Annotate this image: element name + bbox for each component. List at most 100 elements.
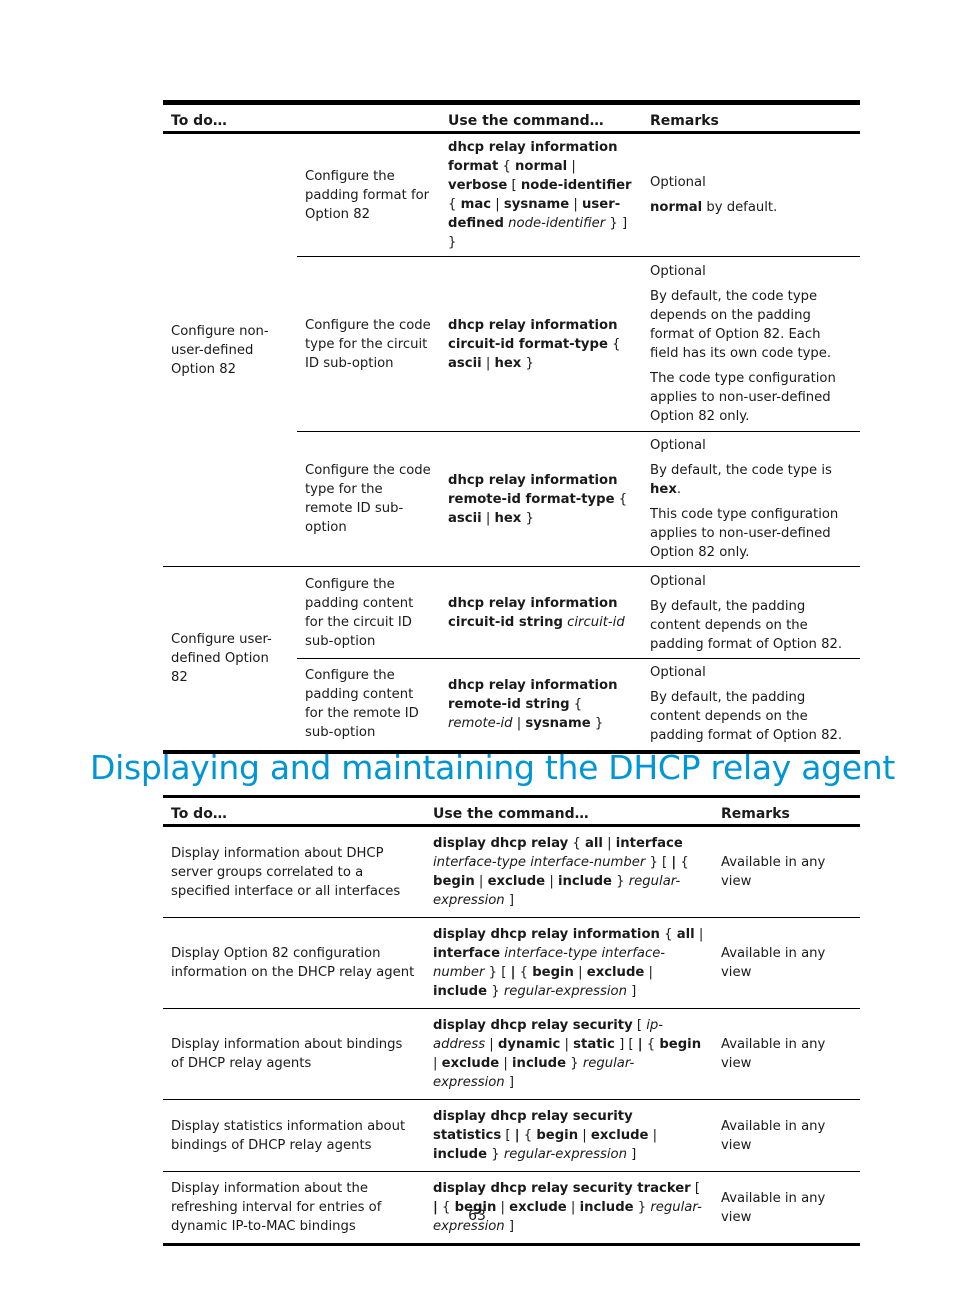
task-cell: Display Option 82 configuration informat… <box>171 946 415 980</box>
syntax-text: | <box>602 836 616 851</box>
syntax-text: { <box>448 197 461 212</box>
remark-paragraph: normal by default. <box>650 198 852 217</box>
table-row: Configure non-user-defined Option 82 Con… <box>163 132 861 567</box>
argument: regular-expression <box>503 1147 627 1162</box>
keyword: hex <box>650 482 677 497</box>
syntax-text: { <box>642 1037 660 1052</box>
command-cell: display dhcp relay { all | interface int… <box>425 826 713 918</box>
table-row: Display information about DHCP server gr… <box>163 826 860 918</box>
command-cell: display dhcp relay security statistics [… <box>425 1100 713 1172</box>
syntax-text: | <box>560 1037 574 1052</box>
syntax-text: | <box>433 1056 442 1071</box>
syntax-text: | <box>491 197 504 212</box>
header-command: Use the command… <box>448 113 604 129</box>
table-row: Display statistics information about bin… <box>163 1100 860 1172</box>
keyword: exclude <box>586 965 645 980</box>
keyword: display dhcp relay <box>433 836 569 851</box>
command-cell: display dhcp relay security [ ip-address… <box>425 1009 713 1100</box>
keyword: verbose <box>448 178 508 193</box>
keyword: display dhcp relay information <box>433 927 660 942</box>
command-cell: display dhcp relay information { all | i… <box>425 918 713 1009</box>
remark-paragraph: Optional <box>650 262 852 281</box>
keyword: hex <box>494 510 522 526</box>
remark-paragraph: By default, the code type depends on the… <box>650 287 852 363</box>
syntax-text: Optional <box>650 175 706 190</box>
section-heading: Displaying and maintaining the DHCP rela… <box>90 748 896 787</box>
table-header-row: To do… Use the command… Remarks <box>163 797 860 826</box>
syntax-text: By default, the padding content depends … <box>650 598 843 652</box>
keyword: dhcp relay information remote-id string <box>448 677 618 712</box>
group-label: Configure user-defined Option 82 <box>163 566 297 754</box>
remark-paragraph: By default, the code type is hex. <box>650 461 852 499</box>
syntax-text: [ <box>690 1181 701 1196</box>
syntax-text: | <box>481 510 495 526</box>
syntax-text: By default, the padding content depends … <box>650 690 843 744</box>
syntax-text: { <box>659 927 677 942</box>
remark-paragraph: By default, the padding content depends … <box>650 597 852 654</box>
command-cell: dhcp relay information remote-id string … <box>440 658 643 754</box>
keyword: begin <box>433 874 475 889</box>
syntax-text: } [ <box>645 855 672 870</box>
syntax-text: } <box>590 715 604 731</box>
table-row: Display information about bindings of DH… <box>163 1009 860 1100</box>
keyword: interface <box>615 836 683 851</box>
keyword: dhcp relay information remote-id format-… <box>448 472 618 507</box>
argument: remote-id <box>448 715 513 731</box>
syntax-text: | <box>512 715 526 731</box>
syntax-text: . <box>676 482 682 497</box>
command-cell: dhcp relay information format { normal |… <box>440 132 643 257</box>
page-number: 63 <box>468 1208 486 1224</box>
group-label: Configure non-user-defined Option 82 <box>163 132 297 567</box>
header-command: Use the command… <box>433 806 589 822</box>
remark-paragraph: Optional <box>650 572 852 591</box>
task-cell: Display information about bindings of DH… <box>171 1037 403 1071</box>
syntax-text: | <box>569 197 583 212</box>
remarks-cell: Optional By default, the padding content … <box>642 566 861 659</box>
keyword: display dhcp relay security <box>433 1018 633 1033</box>
syntax-text: { <box>519 1128 537 1143</box>
keyword: begin <box>532 965 574 980</box>
syntax-text: } <box>566 1056 583 1071</box>
keyword: interface <box>433 946 501 961</box>
keyword: all <box>676 927 695 942</box>
syntax-text: { <box>569 696 583 712</box>
keyword: include <box>433 984 488 999</box>
syntax-text: | <box>545 874 558 889</box>
syntax-text: ] <box>504 893 514 908</box>
syntax-text: ] <box>504 1075 514 1090</box>
table-header-row: To do… Use the command… Remarks <box>163 103 861 133</box>
keyword: exclude <box>441 1056 500 1071</box>
argument: interface-type interface-number <box>433 855 646 870</box>
keyword: include <box>512 1056 567 1071</box>
syntax-text: [ <box>507 178 521 193</box>
syntax-text: | <box>573 965 587 980</box>
keyword: node-identifier <box>520 178 632 193</box>
remarks-cell: Available in any view <box>721 855 826 889</box>
remark-paragraph: The code type configuration applies to n… <box>650 369 852 426</box>
syntax-text: { <box>498 159 516 174</box>
keyword: normal <box>650 200 703 215</box>
command-cell: dhcp relay information circuit-id string… <box>440 566 643 659</box>
syntax-text: | <box>694 927 704 942</box>
syntax-text: This code type configuration applies to … <box>650 507 839 560</box>
remarks-cell: Optional normal by default. <box>642 132 861 257</box>
task-cell: Configure the code type for the remote I… <box>297 431 441 567</box>
syntax-text: By default, the code type is <box>650 463 832 478</box>
syntax-text: Optional <box>650 573 706 589</box>
keyword: ascii <box>448 510 482 526</box>
syntax-text: | <box>474 874 488 889</box>
task-cell: Configure the padding content for the ci… <box>297 566 441 659</box>
syntax-text: [ <box>632 1018 647 1033</box>
command-cell: dhcp relay information remote-id format-… <box>440 431 643 567</box>
syntax-text: | <box>578 1128 591 1143</box>
table-row: Configure user-defined Option 82 Configu… <box>163 566 861 754</box>
syntax-text: } <box>521 355 534 371</box>
remark-paragraph: Optional <box>650 663 852 682</box>
remarks-cell: Available in any view <box>721 1037 826 1071</box>
syntax-text: | <box>648 1128 658 1143</box>
keyword: normal <box>515 159 568 174</box>
argument: regular-expression <box>503 984 627 999</box>
keyword: hex <box>494 355 522 371</box>
header-remarks: Remarks <box>650 113 719 129</box>
syntax-text: { <box>676 855 689 870</box>
